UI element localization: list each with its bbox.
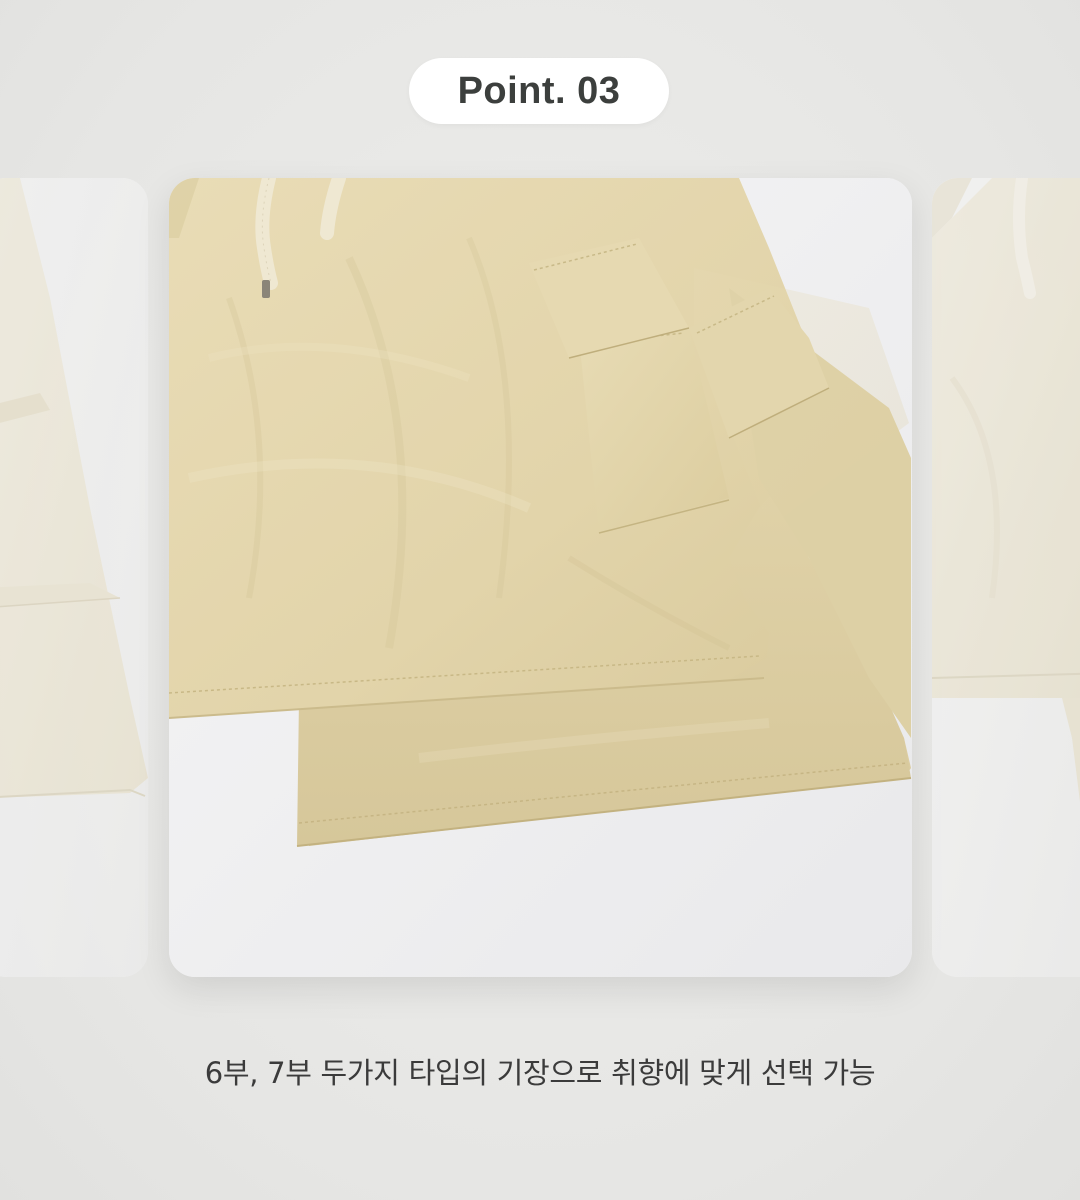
carousel-slide-previous[interactable] <box>0 178 148 977</box>
skirt-photo-next <box>932 178 1080 977</box>
carousel-slide-current[interactable] <box>169 178 912 977</box>
skirt-photo-previous <box>0 178 148 977</box>
image-carousel[interactable] <box>0 0 1080 1200</box>
carousel-slide-next[interactable] <box>932 178 1080 977</box>
description-caption: 6부, 7부 두가지 타입의 기장으로 취향에 맞게 선택 가능 <box>204 1056 876 1090</box>
skirt-photo-current <box>169 178 912 977</box>
product-detail-section: Point. 03 6부, 7부 두가지 타입의 기장으로 취향에 맞게 선택 … <box>0 0 1080 1200</box>
